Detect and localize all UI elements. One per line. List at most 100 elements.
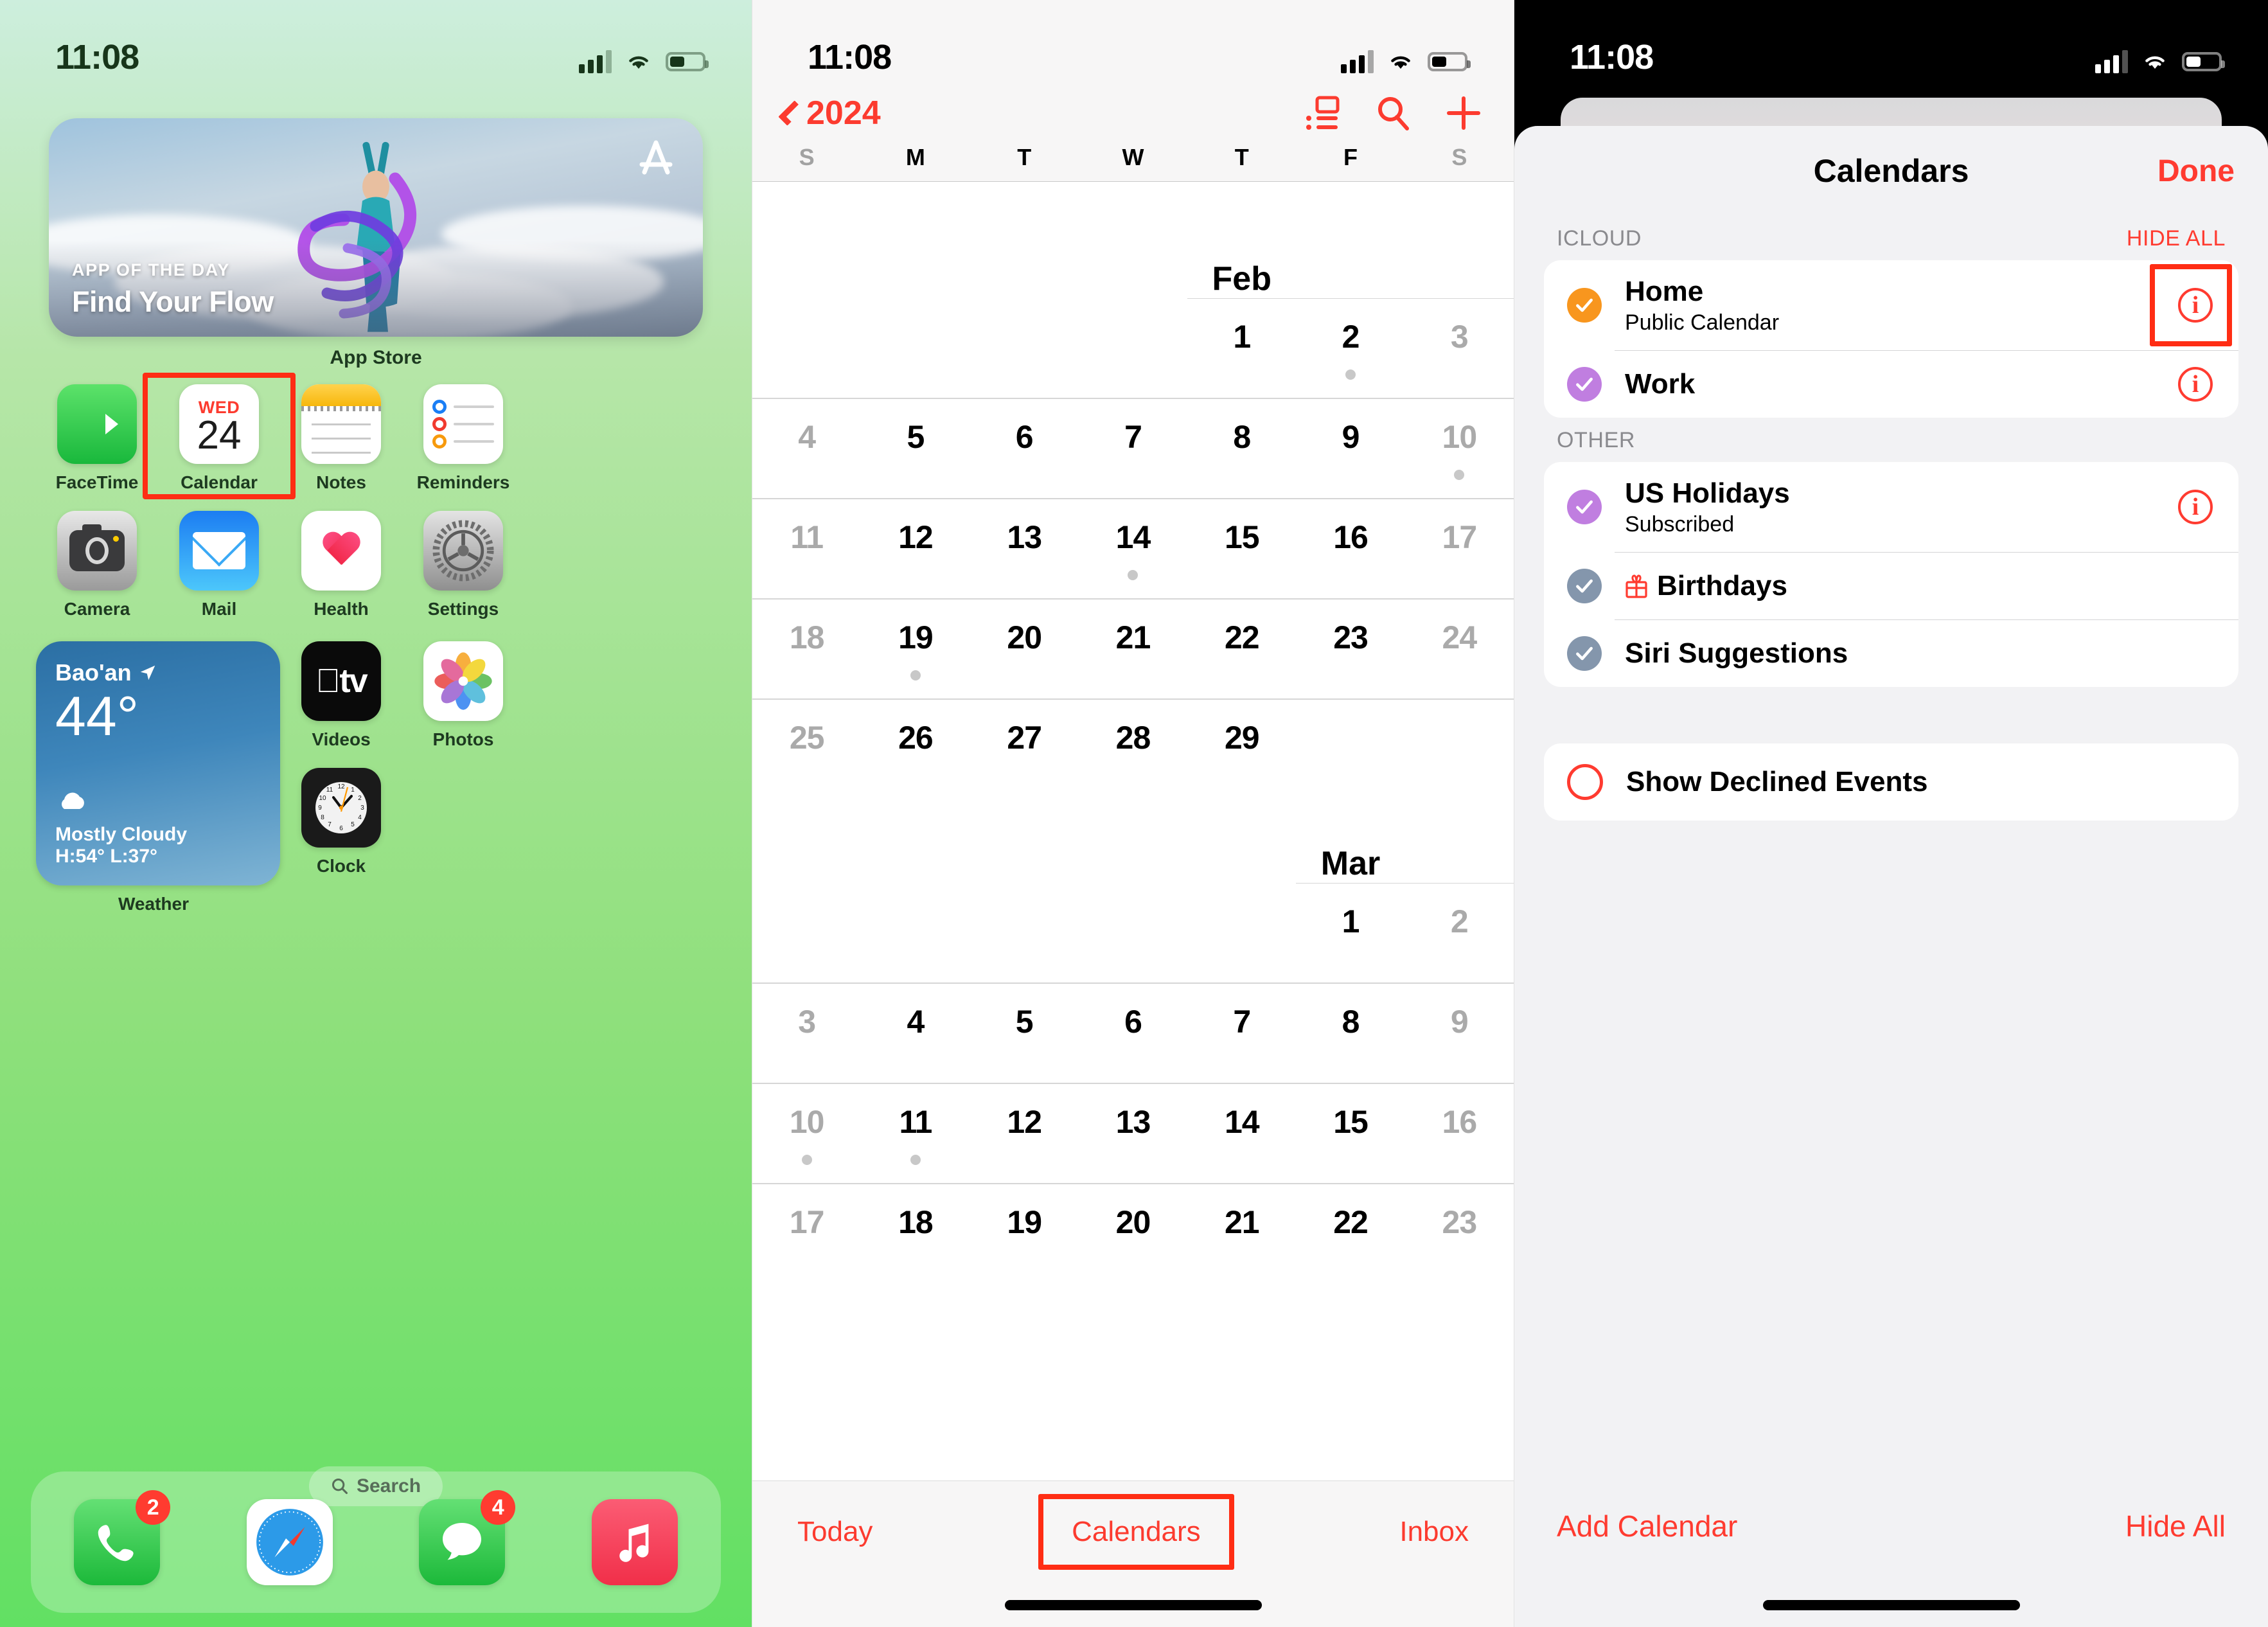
calendar-day[interactable]: 7 — [1079, 399, 1187, 498]
calendar-day[interactable]: 8 — [1296, 984, 1404, 1083]
calendar-day[interactable]: 6 — [970, 399, 1079, 498]
calendar-day[interactable]: 17 — [1405, 499, 1514, 598]
calendar-day[interactable]: 21 — [1079, 600, 1187, 698]
declined-checkbox-icon[interactable] — [1567, 764, 1603, 800]
add-calendar-button[interactable]: Add Calendar — [1557, 1509, 1737, 1543]
calendar-day[interactable]: 28 — [1079, 700, 1187, 799]
calendar-day[interactable]: 12 — [861, 499, 970, 598]
photos-icon[interactable] — [423, 641, 503, 721]
calendar-day[interactable]: 4 — [752, 399, 861, 498]
calendar-day[interactable]: 8 — [1187, 399, 1296, 498]
safari-compass-icon[interactable] — [246, 1499, 333, 1585]
checkmark-icon[interactable] — [1567, 636, 1602, 671]
checkmark-icon[interactable] — [1567, 288, 1602, 323]
calendar-list-item[interactable]: Work i — [1544, 351, 2238, 418]
list-view-icon[interactable] — [1304, 95, 1340, 131]
calendar-list-item[interactable]: US Holidays Subscribed i — [1544, 462, 2238, 552]
calendar-day[interactable]: 13 — [1079, 1084, 1187, 1183]
calendar-day[interactable]: 20 — [970, 600, 1079, 698]
tab-calendars[interactable]: Calendars — [1038, 1494, 1234, 1570]
calendar-day[interactable]: 3 — [1405, 299, 1514, 398]
app-photos[interactable]: Photos — [402, 641, 524, 750]
calendar-day[interactable]: 17 — [752, 1184, 861, 1284]
app-store-widget[interactable]: APP OF THE DAY Find Your Flow — [49, 118, 703, 337]
checkmark-icon[interactable] — [1567, 490, 1602, 524]
calendar-day[interactable]: 27 — [970, 700, 1079, 799]
month-scroll-area[interactable]: Feb0000123456789101112131415161718192021… — [752, 260, 1514, 1627]
calendar-day[interactable]: 25 — [752, 700, 861, 799]
section-action[interactable]: HIDE ALL — [2127, 226, 2226, 251]
camera-icon[interactable] — [57, 511, 137, 591]
app-mail[interactable]: Mail — [158, 511, 280, 619]
notes-icon[interactable] — [301, 384, 381, 464]
calendar-day[interactable]: 15 — [1296, 1084, 1404, 1183]
calendar-day[interactable]: 23 — [1405, 1184, 1514, 1284]
calendar-day[interactable]: 10 — [1405, 399, 1514, 498]
checkmark-icon[interactable] — [1567, 569, 1602, 603]
done-button[interactable]: Done — [2157, 154, 2235, 189]
search-icon[interactable] — [1375, 95, 1411, 131]
calendar-day[interactable]: 2 — [1296, 299, 1404, 398]
calendar-day[interactable]: 19 — [970, 1184, 1079, 1284]
calendar-day[interactable]: 20 — [1079, 1184, 1187, 1284]
calendar-day[interactable]: 13 — [970, 499, 1079, 598]
checkmark-icon[interactable] — [1567, 367, 1602, 402]
calendar-day[interactable]: 24 — [1405, 600, 1514, 698]
app-calendar[interactable]: WED 24 Calendar — [143, 373, 296, 499]
plus-icon[interactable] — [1446, 95, 1482, 131]
calendar-list-item[interactable]: Siri Suggestions — [1544, 620, 2238, 687]
calendar-day[interactable]: 16 — [1405, 1084, 1514, 1183]
tab-today[interactable]: Today — [788, 1509, 882, 1554]
calendar-day[interactable]: 4 — [861, 984, 970, 1083]
calendar-list-item[interactable]: Birthdays — [1544, 553, 2238, 619]
calendar-day[interactable]: 26 — [861, 700, 970, 799]
app-facetime[interactable]: FaceTime — [36, 384, 158, 493]
dock-item-messages[interactable]: 4 — [419, 1490, 516, 1585]
calendar-day[interactable]: 16 — [1296, 499, 1404, 598]
app-notes[interactable]: Notes — [280, 384, 402, 493]
facetime-icon[interactable] — [57, 384, 137, 464]
mail-icon[interactable] — [179, 511, 259, 591]
reminders-icon[interactable] — [423, 384, 503, 464]
calendar-day[interactable]: 21 — [1187, 1184, 1296, 1284]
hide-all-button[interactable]: Hide All — [2125, 1509, 2226, 1543]
calendar-day[interactable]: 5 — [970, 984, 1079, 1083]
weather-widget-cell[interactable]: Bao'an 44° Mostly Cloudy H:54° L:37° Wea… — [36, 641, 280, 914]
calendar-day[interactable]: 19 — [861, 600, 970, 698]
weather-widget[interactable]: Bao'an 44° Mostly Cloudy H:54° L:37° — [36, 641, 280, 885]
tab-inbox[interactable]: Inbox — [1390, 1509, 1478, 1554]
calendar-day[interactable]: 9 — [1405, 984, 1514, 1083]
year-back-button[interactable]: 2024 — [778, 94, 881, 132]
calendar-day[interactable]: 11 — [861, 1084, 970, 1183]
settings-icon[interactable] — [423, 511, 503, 591]
app-reminders[interactable]: Reminders — [402, 384, 524, 493]
calendar-day[interactable]: 9 — [1296, 399, 1404, 498]
calendar-day[interactable]: 11 — [752, 499, 861, 598]
music-note-icon[interactable] — [591, 1499, 678, 1585]
calendar-day[interactable]: 3 — [752, 984, 861, 1083]
apple-tv-icon[interactable]: tv — [301, 641, 381, 721]
calendar-day[interactable]: 18 — [752, 600, 861, 698]
dock-item-safari[interactable] — [246, 1499, 333, 1585]
dock-item-phone[interactable]: 2 — [74, 1490, 171, 1585]
calendar-day[interactable]: 15 — [1187, 499, 1296, 598]
calendar-day[interactable]: 18 — [861, 1184, 970, 1284]
calendar-day[interactable]: 6 — [1079, 984, 1187, 1083]
calendar-day[interactable]: 29 — [1187, 700, 1296, 799]
show-declined-events-row[interactable]: Show Declined Events — [1544, 743, 2238, 821]
info-icon[interactable]: i — [2178, 367, 2213, 402]
calendar-day[interactable]: 7 — [1187, 984, 1296, 1083]
clock-icon[interactable]: 12 1 2 345 678 9 10 11 — [301, 768, 381, 848]
calendar-day[interactable]: 14 — [1079, 499, 1187, 598]
app-camera[interactable]: Camera — [36, 511, 158, 619]
app-settings[interactable]: Settings — [402, 511, 524, 619]
info-icon[interactable]: i — [2178, 490, 2213, 524]
calendar-day[interactable]: 5 — [861, 399, 970, 498]
health-icon[interactable] — [301, 511, 381, 591]
calendar-day[interactable]: 1 — [1187, 299, 1296, 398]
calendar-day[interactable]: 22 — [1296, 1184, 1404, 1284]
calendar-day[interactable]: 10 — [752, 1084, 861, 1183]
calendar-day[interactable]: 12 — [970, 1084, 1079, 1183]
calendar-day[interactable]: 23 — [1296, 600, 1404, 698]
app-health[interactable]: Health — [280, 511, 402, 619]
